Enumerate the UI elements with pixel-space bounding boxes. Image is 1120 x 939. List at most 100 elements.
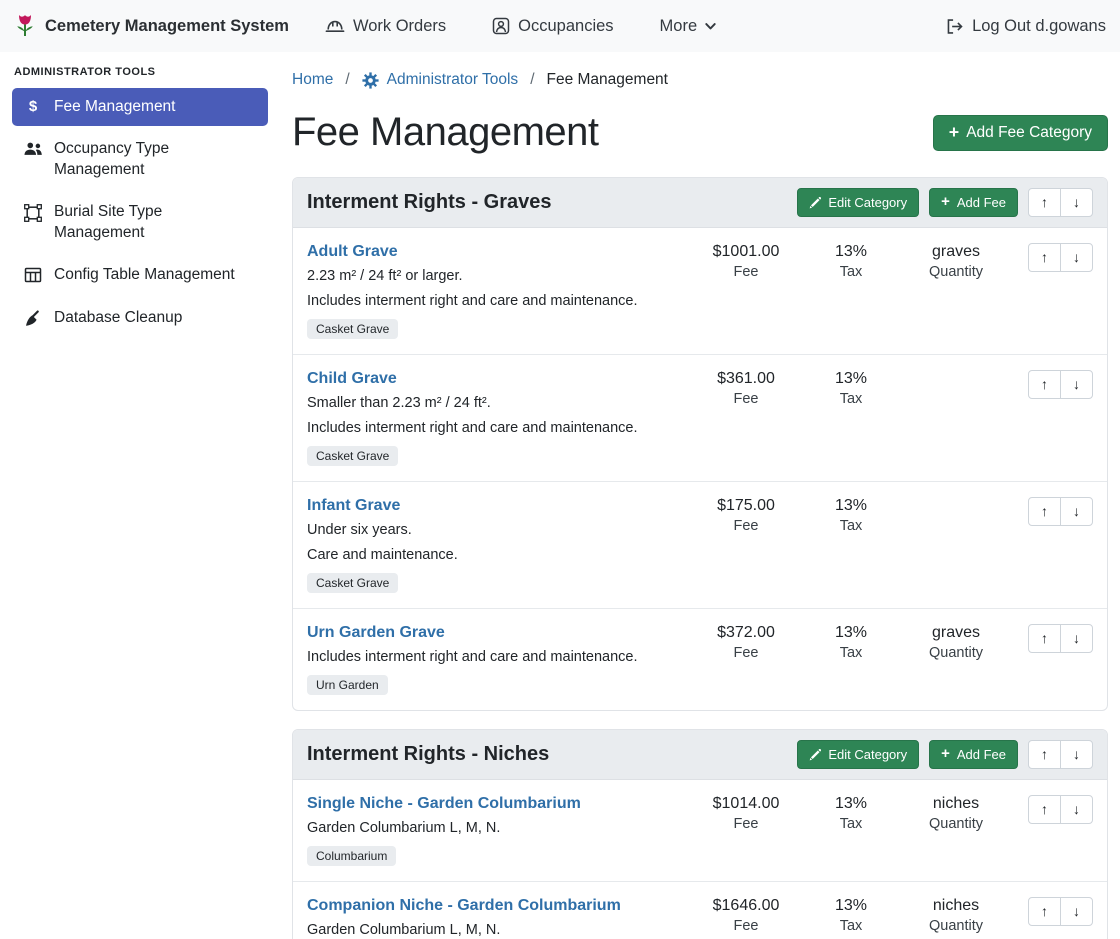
- nav-more[interactable]: More: [660, 17, 717, 36]
- fee-main: Companion Niche - Garden Columbarium Gar…: [307, 897, 686, 939]
- fee-name-link[interactable]: Infant Grave: [307, 497, 400, 515]
- category-title: Interment Rights - Graves: [307, 191, 552, 214]
- fee-quantity-unit: graves: [896, 624, 1016, 642]
- sidebar-item-occupancy-type-management[interactable]: Occupancy Type Management: [12, 130, 268, 189]
- nav-work-orders-label: Work Orders: [353, 17, 446, 36]
- category-header: Interment Rights - Niches Edit Category …: [293, 730, 1107, 780]
- move-category-up-button[interactable]: ↑: [1028, 740, 1061, 769]
- breadcrumb-current: Fee Management: [547, 71, 669, 89]
- fee-name-link[interactable]: Adult Grave: [307, 243, 398, 261]
- move-fee-up-button[interactable]: ↑: [1028, 897, 1061, 926]
- breadcrumb-admin-tools-label: Administrator Tools: [387, 71, 519, 89]
- category-list: Interment Rights - Graves Edit Category …: [292, 177, 1108, 939]
- fee-list: Single Niche - Garden Columbarium Garden…: [293, 780, 1107, 939]
- edit-category-button[interactable]: Edit Category: [797, 188, 919, 217]
- fee-tax: 13%: [806, 243, 896, 261]
- fee-quantity-col: graves Quantity: [896, 624, 1016, 661]
- people-icon: [23, 141, 43, 156]
- sidebar-item-label: Database Cleanup: [54, 308, 182, 328]
- move-fee-down-button[interactable]: ↓: [1060, 497, 1093, 526]
- fee-name-link[interactable]: Companion Niche - Garden Columbarium: [307, 897, 621, 915]
- move-fee-down-button[interactable]: ↓: [1060, 370, 1093, 399]
- sidebar-item-label: Config Table Management: [54, 265, 235, 285]
- sidebar-item-database-cleanup[interactable]: Database Cleanup: [12, 299, 268, 337]
- fee-quantity-col: graves Quantity: [896, 243, 1016, 280]
- nav-occupancies[interactable]: Occupancies: [492, 17, 613, 36]
- hard-hat-icon: [325, 18, 345, 35]
- fee-reorder-group: ↑ ↓: [1028, 243, 1093, 272]
- move-fee-down-button[interactable]: ↓: [1060, 243, 1093, 272]
- fee-quantity-col: niches Quantity: [896, 795, 1016, 832]
- move-fee-up-button[interactable]: ↑: [1028, 795, 1061, 824]
- fee-amount-col: $175.00 Fee: [686, 497, 806, 534]
- sidebar-item-burial-site-type-management[interactable]: Burial Site Type Management: [12, 193, 268, 252]
- fee-amount-col: $361.00 Fee: [686, 370, 806, 407]
- move-fee-up-button[interactable]: ↑: [1028, 624, 1061, 653]
- fee-quantity-label: Quantity: [896, 918, 1016, 934]
- fee-amount-col: $1001.00 Fee: [686, 243, 806, 280]
- fee-quantity-label: Quantity: [896, 645, 1016, 661]
- move-fee-down-button[interactable]: ↓: [1060, 795, 1093, 824]
- sidebar-item-config-table-management[interactable]: Config Table Management: [12, 256, 268, 294]
- fee-quantity-unit: niches: [896, 897, 1016, 915]
- move-fee-up-button[interactable]: ↑: [1028, 497, 1061, 526]
- fee-quantity-label: Quantity: [896, 816, 1016, 832]
- breadcrumb-separator: /: [530, 71, 534, 89]
- page-header: Fee Management + Add Fee Category: [292, 110, 1108, 155]
- move-fee-down-button[interactable]: ↓: [1060, 624, 1093, 653]
- add-fee-button[interactable]: + Add Fee: [929, 740, 1018, 769]
- move-category-up-button[interactable]: ↑: [1028, 188, 1061, 217]
- add-fee-button[interactable]: + Add Fee: [929, 188, 1018, 217]
- category-reorder-group: ↑ ↓: [1028, 188, 1093, 217]
- vector-square-icon: [23, 204, 43, 222]
- fee-tax-col: 13% Tax: [806, 243, 896, 280]
- add-fee-category-button[interactable]: + Add Fee Category: [933, 115, 1108, 151]
- fee-tax-col: 13% Tax: [806, 897, 896, 934]
- fee-name-link[interactable]: Urn Garden Grave: [307, 624, 445, 642]
- fee-type-tag: Casket Grave: [307, 319, 398, 339]
- fee-main: Child Grave Smaller than 2.23 m² / 24 ft…: [307, 370, 686, 466]
- move-fee-up-button[interactable]: ↑: [1028, 370, 1061, 399]
- fee-quantity-col: niches Quantity: [896, 897, 1016, 934]
- nav-occupancies-label: Occupancies: [518, 17, 613, 36]
- move-fee-down-button[interactable]: ↓: [1060, 897, 1093, 926]
- move-category-down-button[interactable]: ↓: [1060, 188, 1093, 217]
- fee-row: Urn Garden Grave Includes interment righ…: [293, 609, 1107, 710]
- fee-tax: 13%: [806, 497, 896, 515]
- add-fee-label: Add Fee: [957, 747, 1006, 762]
- fee-amount: $1646.00: [686, 897, 806, 915]
- edit-category-button[interactable]: Edit Category: [797, 740, 919, 769]
- fee-reorder-group: ↑ ↓: [1028, 497, 1093, 526]
- nav-links: Work Orders Occupancies More: [325, 17, 716, 36]
- fee-amount-label: Fee: [686, 918, 806, 934]
- category-actions: Edit Category + Add Fee ↑ ↓: [797, 740, 1093, 769]
- fee-main: Urn Garden Grave Includes interment righ…: [307, 624, 686, 695]
- fee-main: Adult Grave 2.23 m² / 24 ft² or larger. …: [307, 243, 686, 339]
- fee-amount-col: $372.00 Fee: [686, 624, 806, 661]
- fee-description-2: Includes interment right and care and ma…: [307, 420, 676, 436]
- fee-quantity-unit: graves: [896, 243, 1016, 261]
- plus-icon: +: [941, 195, 950, 210]
- fee-amount: $1001.00: [686, 243, 806, 261]
- sidebar-item-fee-management[interactable]: $ Fee Management: [12, 88, 268, 126]
- fee-tax-col: 13% Tax: [806, 624, 896, 661]
- breadcrumb-home-link[interactable]: Home: [292, 71, 333, 89]
- fee-description-2: Includes interment right and care and ma…: [307, 293, 676, 309]
- fee-amount-col: $1646.00 Fee: [686, 897, 806, 934]
- breadcrumb-admin-tools-link[interactable]: Administrator Tools: [362, 71, 519, 89]
- main-content: Home / Administrator Tool: [280, 52, 1120, 939]
- app-brand[interactable]: Cemetery Management System: [14, 13, 289, 39]
- category-title: Interment Rights - Niches: [307, 743, 549, 766]
- fee-row: Single Niche - Garden Columbarium Garden…: [293, 780, 1107, 882]
- pencil-icon: [809, 197, 821, 209]
- fee-description-2: Care and maintenance.: [307, 547, 676, 563]
- move-category-down-button[interactable]: ↓: [1060, 740, 1093, 769]
- move-fee-up-button[interactable]: ↑: [1028, 243, 1061, 272]
- fee-tax-col: 13% Tax: [806, 795, 896, 832]
- fee-description-1: Garden Columbarium L, M, N.: [307, 922, 676, 938]
- fee-name-link[interactable]: Child Grave: [307, 370, 397, 388]
- fee-main: Single Niche - Garden Columbarium Garden…: [307, 795, 686, 866]
- fee-name-link[interactable]: Single Niche - Garden Columbarium: [307, 795, 581, 813]
- nav-work-orders[interactable]: Work Orders: [325, 17, 446, 36]
- logout-link[interactable]: Log Out d.gowans: [945, 17, 1106, 36]
